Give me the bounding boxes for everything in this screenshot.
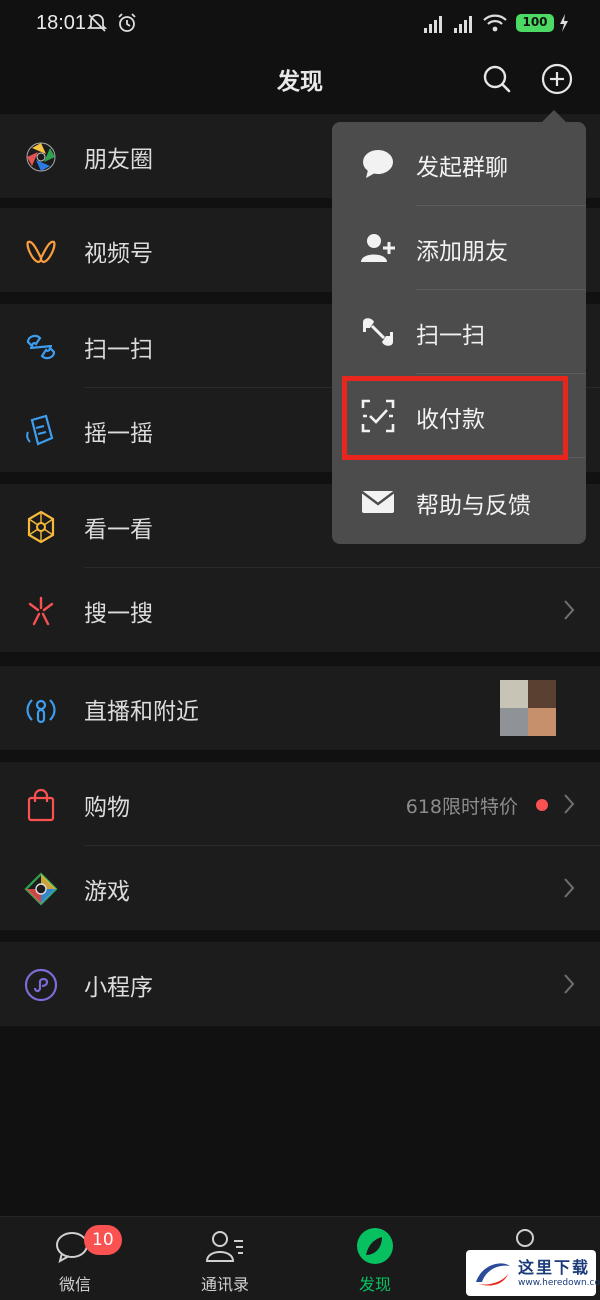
contacts-tab-icon bbox=[205, 1231, 243, 1262]
battery-icon: 100 bbox=[516, 14, 554, 32]
tab-label: 通讯录 bbox=[200, 1275, 249, 1294]
tab-chats[interactable]: 10 微信 bbox=[0, 1217, 150, 1300]
chevron-right-icon bbox=[564, 794, 575, 814]
watermark-url: www.heredown.com bbox=[518, 1278, 600, 1288]
search-icon[interactable] bbox=[478, 60, 516, 98]
menu-item-scan[interactable]: 扫一扫 bbox=[332, 290, 586, 374]
games-icon bbox=[24, 872, 58, 906]
search-sparkle-icon bbox=[28, 596, 54, 626]
watermark-swoosh-icon bbox=[476, 1263, 510, 1286]
tab-discover[interactable]: 发现 bbox=[300, 1217, 450, 1300]
new-dot-badge bbox=[536, 799, 548, 811]
scan-icon bbox=[26, 334, 56, 360]
list-item-live-nearby[interactable]: 直播和附近 bbox=[0, 666, 600, 750]
chevron-right-icon bbox=[564, 974, 575, 994]
mini-programs-icon bbox=[24, 968, 58, 1002]
menu-item-help-feedback[interactable]: 帮助与反馈 bbox=[332, 460, 586, 544]
menu-item-add-friend[interactable]: 添加朋友 bbox=[332, 206, 586, 290]
list-item-label: 直播和附近 bbox=[84, 699, 199, 725]
menu-item-label: 扫一扫 bbox=[416, 323, 485, 349]
chevron-right-icon bbox=[564, 878, 575, 898]
live-nearby-icon bbox=[26, 699, 56, 724]
chevron-right-icon bbox=[564, 600, 575, 620]
battery-level: 100 bbox=[522, 15, 548, 29]
list-item-mini-programs[interactable]: 小程序 bbox=[0, 942, 600, 1026]
list-item-label: 视频号 bbox=[84, 241, 153, 267]
watermark-logo: 这里下载 www.heredown.com bbox=[466, 1250, 600, 1296]
tab-label: 微信 bbox=[58, 1275, 91, 1294]
list-item-label: 搜一搜 bbox=[84, 601, 153, 627]
watermark-text: 这里下载 bbox=[518, 1258, 591, 1277]
mute-icon bbox=[86, 14, 108, 32]
menu-item-label: 添加朋友 bbox=[416, 239, 508, 265]
signal-1-icon bbox=[424, 16, 442, 33]
scan-icon bbox=[363, 318, 393, 346]
tab-contacts[interactable]: 通讯录 bbox=[150, 1217, 300, 1300]
status-bar: 18:01 100 bbox=[0, 0, 600, 48]
menu-item-label: 发起群聊 bbox=[416, 155, 508, 181]
menu-caret bbox=[542, 110, 566, 122]
list-item-label: 扫一扫 bbox=[84, 337, 153, 363]
shopping-promo-text: 618限时特价 bbox=[405, 796, 518, 818]
signal-2-icon bbox=[454, 16, 472, 33]
chat-bubble-icon bbox=[363, 150, 393, 178]
list-item-label: 购物 bbox=[84, 795, 130, 821]
plus-popup-menu: 发起群聊 添加朋友 扫一扫 收付款 帮助与反馈 bbox=[332, 122, 586, 544]
list-item-label: 朋友圈 bbox=[84, 147, 153, 173]
alarm-icon bbox=[118, 13, 136, 32]
add-friend-icon bbox=[361, 234, 395, 262]
list-item-label: 游戏 bbox=[84, 879, 130, 905]
highlight-box bbox=[342, 376, 568, 460]
discover-tab-icon bbox=[357, 1228, 393, 1264]
channels-icon bbox=[26, 240, 56, 264]
list-item-shopping[interactable]: 购物 618限时特价 bbox=[0, 762, 600, 846]
shopping-bag-icon bbox=[27, 788, 55, 822]
wifi-icon bbox=[483, 14, 507, 32]
add-icon[interactable] bbox=[538, 60, 576, 98]
list-item-label: 摇一摇 bbox=[84, 421, 153, 447]
list-item-search[interactable]: 搜一搜 bbox=[0, 568, 600, 652]
shake-icon bbox=[26, 414, 54, 446]
title-bar: 发现 bbox=[0, 48, 600, 110]
menu-item-label: 帮助与反馈 bbox=[416, 493, 531, 519]
unread-badge: 10 bbox=[84, 1225, 122, 1255]
charging-icon bbox=[560, 14, 568, 32]
tab-label: 发现 bbox=[358, 1275, 391, 1294]
menu-item-group-chat[interactable]: 发起群聊 bbox=[332, 122, 586, 206]
list-item-games[interactable]: 游戏 bbox=[0, 846, 600, 930]
top-stories-icon bbox=[27, 510, 55, 544]
status-time: 18:01 bbox=[36, 12, 87, 34]
mail-icon bbox=[361, 491, 395, 513]
list-item-label: 小程序 bbox=[84, 975, 153, 1001]
moments-icon bbox=[26, 142, 56, 172]
list-item-label: 看一看 bbox=[84, 517, 153, 543]
live-thumbnail bbox=[500, 680, 556, 736]
